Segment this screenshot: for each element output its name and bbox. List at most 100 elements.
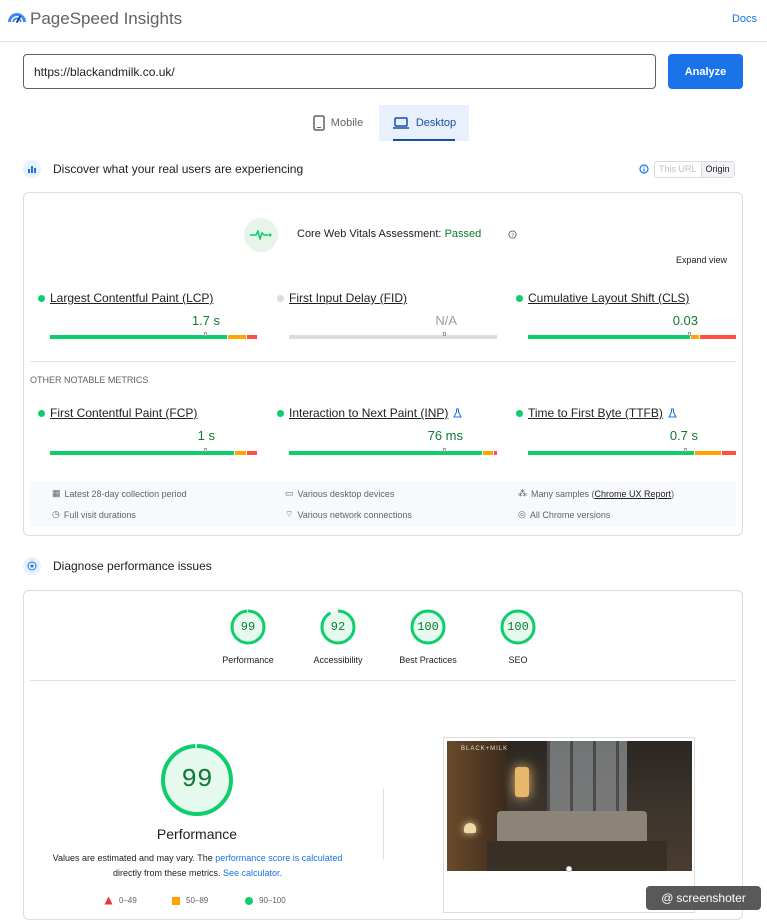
metric-fid-bar — [289, 332, 497, 339]
info-devices: ▭ Various desktop devices — [285, 488, 394, 499]
metric-cls-name[interactable]: Cumulative Layout Shift (CLS) — [528, 291, 689, 305]
metric-fid-name[interactable]: First Input Delay (FID) — [289, 291, 407, 305]
metric-ttfb: Time to First Byte (TTFB) — [516, 406, 677, 420]
good-status-dot — [277, 409, 284, 417]
bar-marker — [443, 448, 446, 452]
experimental-flask-icon — [453, 408, 463, 418]
performance-score-label: Performance — [156, 826, 238, 842]
metric-cls: Cumulative Layout Shift (CLS) — [516, 291, 689, 305]
info-devices-text: Various desktop devices — [297, 488, 395, 499]
info-period-text: Latest 28-day collection period — [64, 488, 187, 499]
url-input[interactable] — [23, 54, 656, 89]
tab-mobile[interactable]: Mobile — [300, 105, 376, 141]
info-network-text: Various network connections — [297, 509, 412, 520]
assessment-label: Core Web Vitals Assessment: — [297, 228, 442, 240]
calculator-link[interactable]: See calculator. — [223, 868, 282, 878]
chrome-ux-report-link[interactable]: Chrome UX Report — [595, 489, 672, 499]
users-chart-icon — [23, 160, 41, 178]
info-period: ▦ Latest 28-day collection period — [52, 488, 187, 499]
circle-icon — [245, 896, 253, 905]
expand-view-link[interactable]: Expand view — [676, 255, 727, 265]
metric-fcp-bar — [50, 448, 257, 455]
metric-lcp: Largest Contentful Paint (LCP) — [38, 291, 213, 305]
score-gauge-performance[interactable]: 99 — [230, 609, 266, 650]
tab-desktop-label: Desktop — [415, 117, 457, 129]
metric-inp-name[interactable]: Interaction to Next Paint (INP) — [289, 406, 448, 420]
info-samples-suffix: ) — [671, 488, 675, 499]
devices-icon: ▭ — [285, 488, 294, 498]
info-icon[interactable] — [639, 164, 649, 174]
app-title: PageSpeed Insights — [30, 9, 183, 28]
square-icon — [172, 896, 180, 905]
good-status-dot — [38, 294, 45, 302]
score-gauge-accessibility[interactable]: 92 — [320, 609, 356, 650]
score-gauge-seo[interactable]: 100 — [500, 609, 536, 650]
chrome-icon: ◎ — [518, 509, 526, 519]
divider — [30, 680, 736, 681]
metric-lcp-value: 1.7 s — [191, 313, 220, 328]
metric-cls-value: 0.03 — [672, 313, 698, 328]
watermark-text: screenshoter — [676, 891, 746, 905]
toggle-this-url[interactable]: This URL — [655, 162, 701, 177]
metric-lcp-bar — [50, 332, 257, 339]
real-users-heading: Discover what your real users are experi… — [53, 162, 304, 176]
metric-inp: Interaction to Next Paint (INP) — [277, 406, 463, 420]
cwv-assessment: Core Web Vitals Assessment: Passed — [297, 228, 481, 240]
url-origin-toggle: This URL Origin — [654, 161, 735, 178]
score-label: Accessibility — [313, 655, 363, 665]
bar-marker — [204, 448, 207, 452]
carousel-dot — [566, 866, 572, 872]
legend-poor: 0–49 — [104, 896, 137, 905]
good-status-dot — [38, 409, 45, 417]
score-value: 92 — [330, 620, 346, 634]
score-note: Values are estimated and may vary. The p… — [40, 851, 355, 881]
info-network: ⌔ Various network connections — [285, 509, 412, 520]
good-status-dot — [516, 409, 523, 417]
screenshot-brand-text: BLACK+MILK — [461, 746, 509, 752]
metric-lcp-name[interactable]: Largest Contentful Paint (LCP) — [50, 291, 213, 305]
top-bar: PageSpeed Insights Docs — [0, 0, 767, 42]
tab-mobile-label: Mobile — [330, 117, 364, 129]
metric-fcp: First Contentful Paint (FCP) — [38, 406, 197, 420]
info-samples-prefix: Many samples ( — [531, 488, 595, 499]
wifi-icon: ⌔ — [285, 509, 294, 519]
experimental-flask-icon — [668, 408, 677, 418]
bar-marker — [204, 332, 207, 336]
analyze-button[interactable]: Analyze — [668, 54, 743, 89]
score-note-prefix: Values are estimated and may vary. The — [52, 853, 216, 863]
metric-fid: First Input Delay (FID) — [277, 291, 407, 305]
bar-marker — [688, 332, 691, 336]
toggle-origin[interactable]: Origin — [700, 162, 734, 177]
score-note-middle: directly from these metrics. — [112, 868, 223, 878]
metric-inp-value: 76 ms — [427, 428, 463, 443]
metric-ttfb-bar — [528, 448, 736, 455]
diagnose-heading: Diagnose performance issues — [53, 559, 212, 573]
performance-score-link[interactable]: performance score is calculated — [215, 853, 342, 863]
metric-cls-bar — [528, 332, 736, 339]
docs-link[interactable]: Docs — [732, 13, 757, 25]
legend-poor-range: 0–49 — [119, 896, 137, 905]
metric-ttfb-value: 0.7 s — [669, 428, 698, 443]
legend-good-range: 90–100 — [259, 896, 286, 905]
score-value: 99 — [240, 620, 256, 634]
metric-fid-value: N/A — [435, 313, 457, 328]
good-status-dot — [516, 294, 523, 302]
triangle-icon — [104, 896, 113, 905]
legend-average-range: 50–89 — [186, 896, 209, 905]
legend-average: 50–89 — [172, 896, 208, 905]
score-label: Performance — [222, 655, 274, 665]
tab-desktop[interactable]: Desktop — [379, 105, 469, 141]
help-icon[interactable]: ? — [508, 230, 517, 239]
bar-marker — [443, 332, 446, 336]
score-gauge-best-practices[interactable]: 100 — [410, 609, 446, 650]
pagespeed-logo-icon — [8, 13, 26, 23]
timer-icon: ◷ — [52, 509, 60, 519]
info-versions-text: All Chrome versions — [529, 509, 611, 520]
legend-good: 90–100 — [245, 896, 286, 905]
vertical-divider — [383, 788, 384, 860]
info-durations-text: Full visit durations — [63, 509, 136, 520]
watermark: @ screenshoter — [646, 886, 761, 910]
metric-fcp-name[interactable]: First Contentful Paint (FCP) — [50, 406, 197, 420]
score-label: Best Practices — [399, 655, 457, 665]
metric-ttfb-name[interactable]: Time to First Byte (TTFB) — [528, 406, 663, 420]
